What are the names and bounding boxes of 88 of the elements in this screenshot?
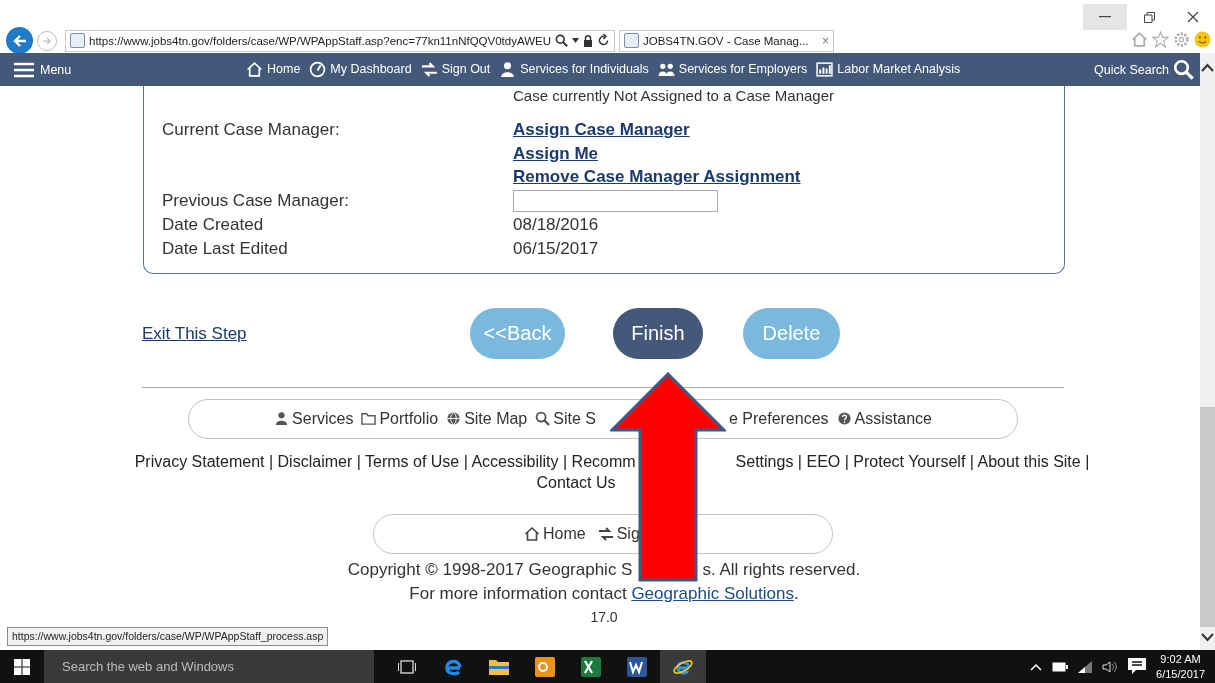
back-arrow-icon <box>11 32 28 49</box>
lock-icon <box>583 34 593 47</box>
windows-logo-icon <box>14 658 30 675</box>
case-manager-link[interactable]: Assign Case Manager <box>513 118 1064 142</box>
task-view-icon <box>398 659 416 674</box>
smiley-icon[interactable] <box>1194 31 1211 48</box>
home-icon <box>1131 31 1148 48</box>
people-icon <box>657 61 675 78</box>
status-url-tooltip: https://www.jobs4tn.gov/folders/case/WP/WPAppStaff_process.asp <box>7 627 329 646</box>
field-label: Date Last Edited <box>162 237 289 260</box>
search-icon <box>555 34 568 47</box>
case-manager-link[interactable]: Assign Me <box>513 141 1064 165</box>
star-icon[interactable] <box>1152 31 1169 48</box>
refresh-icon[interactable] <box>597 34 610 47</box>
scroll-thumb[interactable] <box>1200 407 1215 627</box>
spreadsheet-icon <box>581 656 601 677</box>
field-label: Previous Case Manager: <box>162 189 351 212</box>
gauge-icon <box>309 61 327 78</box>
mail-app-icon <box>535 656 555 677</box>
footer-link[interactable]: Portfolio <box>379 406 439 431</box>
footer-link[interactable]: Site S <box>553 406 596 431</box>
legal-links[interactable]: Contact Us <box>536 471 616 493</box>
chevron-up-icon[interactable] <box>1030 662 1043 671</box>
case-manager-link[interactable]: Remove Case Manager Assignment <box>513 165 1064 189</box>
footer-link[interactable]: Assistance <box>854 406 932 431</box>
contact-sentence: For more information contact Geographic Solutions. <box>409 582 799 605</box>
field-value: 08/18/2016 <box>513 213 600 236</box>
footer-link[interactable]: Sig <box>616 521 640 546</box>
company-link[interactable]: Geographic Solutions <box>631 583 794 603</box>
footer-link[interactable]: Home <box>543 521 586 546</box>
speaker-icon[interactable] <box>1102 660 1119 673</box>
internet-browser-button[interactable] <box>660 650 706 683</box>
search-icon <box>535 411 551 426</box>
scroll-up-icon[interactable] <box>1201 63 1214 72</box>
word-processor-icon <box>627 656 647 677</box>
search-icon <box>1173 59 1194 80</box>
folder-icon <box>361 411 377 426</box>
legal-links[interactable]: Settings | EEO | Protect Yourself | About this Site | <box>735 450 1090 472</box>
arrows-icon <box>597 525 614 542</box>
finish-button[interactable]: Finish <box>613 308 703 359</box>
restore-icon <box>1143 11 1155 23</box>
person-icon <box>274 411 290 426</box>
nav-link[interactable]: Services for Individuals <box>520 57 649 82</box>
forward-arrow-icon <box>42 35 52 46</box>
menu-label[interactable]: Menu <box>40 62 72 77</box>
nav-link[interactable]: My Dashboard <box>330 57 412 82</box>
scroll-down-icon[interactable] <box>1201 633 1214 642</box>
legal-links[interactable]: Privacy Statement | Disclaimer | Terms of Use | Accessibility | Recomm <box>134 450 636 472</box>
field-value: 06/15/2017 <box>513 237 600 260</box>
menu-icon[interactable] <box>14 61 34 78</box>
bar-chart-icon <box>816 61 834 78</box>
minimize-icon <box>1099 16 1111 18</box>
input-field[interactable] <box>513 189 718 212</box>
nav-link[interactable]: Sign Out <box>441 57 491 82</box>
exit-link[interactable]: Exit This Step <box>142 321 245 346</box>
caret-icon <box>572 38 579 43</box>
nav-link[interactable]: Home <box>267 57 301 82</box>
notification-icon[interactable] <box>1128 658 1147 675</box>
copyright-text: s. All rights reserved. <box>702 558 861 581</box>
footer-link[interactable]: Site Map <box>464 406 528 431</box>
help-icon <box>836 411 852 426</box>
arrows-icon <box>420 61 438 78</box>
quick-search-label[interactable]: Quick Search <box>1093 62 1169 77</box>
copyright-text: Copyright © 1998-2017 Geographic S <box>347 558 633 581</box>
nav-link[interactable]: Labor Market Analysis <box>837 57 961 82</box>
nav-link[interactable]: Services for Employers <box>678 57 808 82</box>
home-icon <box>246 61 263 78</box>
footer-link[interactable]: Services <box>292 406 354 431</box>
footer-link[interactable]: e Preferences <box>728 406 829 431</box>
field-label: Current Case Manager: <box>162 119 341 141</box>
address-bar[interactable]: https://www.jobs4tn.gov/folders/case/WP/WPAppStaff.asp?enc=77kn11nNfQQV0tdyAWEU <box>65 29 615 52</box>
close-icon <box>1187 11 1199 23</box>
signal-icon[interactable] <box>1078 660 1093 673</box>
browser-tab[interactable]: JOBS4TN.GOV - Case Manag... × <box>619 29 834 52</box>
version-number: 17.0 <box>590 607 618 627</box>
scrollbar[interactable] <box>1200 53 1215 650</box>
back-button[interactable] <box>6 27 33 54</box>
person-icon <box>499 61 517 78</box>
globe-icon <box>446 411 462 426</box>
clock[interactable]: 9:02 AM 6/15/2017 <box>1156 651 1205 682</box>
site-icon <box>70 33 85 48</box>
folder-icon <box>489 658 509 675</box>
site-icon <box>624 33 639 48</box>
taskbar-search-field[interactable]: Search the web and Windows <box>44 650 374 683</box>
field-label: Date Created <box>162 213 265 236</box>
case-status-note: Case currently Not Assigned to a Case Manager <box>513 86 835 106</box>
battery-icon[interactable] <box>1052 661 1069 672</box>
home-icon <box>524 525 540 542</box>
